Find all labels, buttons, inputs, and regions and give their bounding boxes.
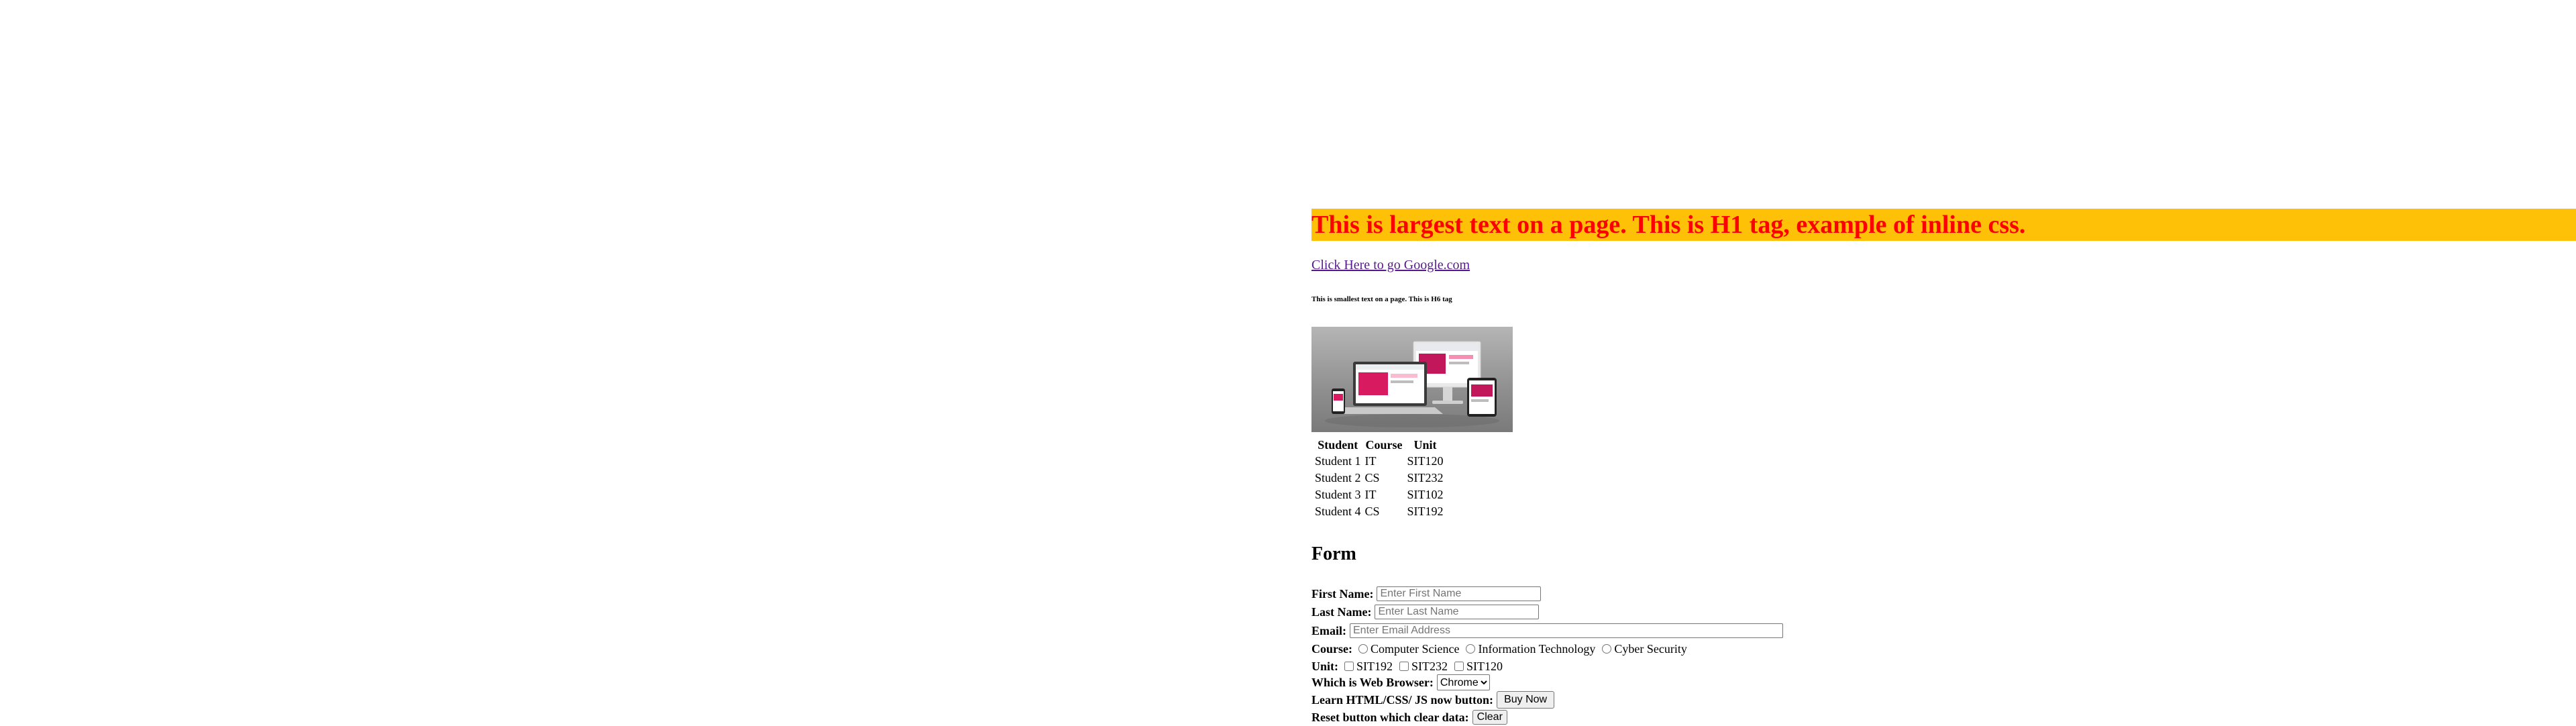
table-cell: SIT120 — [1407, 454, 1444, 468]
table-cell: Student 2 — [1315, 471, 1361, 484]
google-link[interactable]: Click Here to go Google.com — [1311, 258, 1470, 273]
table-cell: SIT192 — [1407, 505, 1444, 518]
table-row: Student 2 CS SIT232 — [1314, 470, 1444, 486]
table-cell: Student 1 — [1315, 454, 1361, 468]
unit-option: SIT120 — [1452, 660, 1503, 674]
form-title: Form — [1311, 543, 1356, 564]
unit-checkbox-sit232[interactable] — [1399, 662, 1409, 671]
devices-illustration — [1325, 341, 1499, 427]
course-option: Cyber Security — [1599, 641, 1687, 656]
unit-row: Unit: SIT192 SIT232 SIT120 — [1311, 658, 1507, 675]
first-name-label: First Name: — [1311, 586, 1374, 601]
table-header-row: Student Course Unit — [1314, 437, 1444, 452]
last-name-label: Last Name: — [1311, 605, 1372, 619]
table-cell: CS — [1364, 505, 1380, 518]
table-cell: SIT102 — [1407, 488, 1444, 501]
buy-now-button[interactable]: Buy Now — [1497, 691, 1555, 709]
table-cell: SIT232 — [1407, 471, 1444, 484]
clear-button[interactable]: Clear — [1472, 710, 1507, 725]
unit-option-label: SIT120 — [1466, 659, 1503, 673]
buy-label: Learn HTML/CSS/ JS now button: — [1311, 692, 1494, 707]
browser-select[interactable]: Chrome — [1436, 674, 1490, 690]
course-option-label: Cyber Security — [1614, 641, 1687, 656]
first-name-row: First Name: — [1311, 585, 1542, 603]
unit-checkbox-sit120[interactable] — [1454, 662, 1464, 671]
course-option-label: Information Technology — [1478, 641, 1596, 656]
last-name-input[interactable] — [1375, 605, 1540, 619]
table-cell: CS — [1364, 471, 1380, 484]
unit-checkbox-sit192[interactable] — [1344, 662, 1354, 671]
course-row: Course: Computer Science Information Tec… — [1311, 640, 1691, 658]
page-content: This is largest text on a page. This is … — [1311, 0, 2576, 725]
email-input[interactable] — [1350, 623, 1783, 638]
table-header-course: Course — [1365, 437, 1403, 452]
course-option: Information Technology — [1463, 642, 1595, 656]
reset-row: Reset button which clear data: Clear — [1311, 709, 1507, 726]
course-radio-cyber[interactable] — [1602, 644, 1612, 654]
table-row: Student 4 CS SIT192 — [1314, 504, 1444, 519]
table-cell: IT — [1364, 454, 1377, 468]
first-name-input[interactable] — [1377, 586, 1542, 601]
browser-label: Which is Web Browser: — [1311, 675, 1434, 689]
course-option: Computer Science — [1356, 642, 1459, 656]
reset-label: Reset button which clear data: — [1311, 710, 1469, 724]
table-row: Student 3 IT SIT102 — [1314, 487, 1444, 503]
devices-image — [1311, 327, 1513, 432]
page-heading-h1: This is largest text on a page. This is … — [1311, 209, 2576, 241]
table-cell: IT — [1364, 488, 1377, 501]
course-option-label: Computer Science — [1371, 641, 1460, 656]
table-header-student: Student — [1318, 437, 1358, 452]
unit-option-label: SIT192 — [1356, 659, 1393, 673]
unit-option: SIT232 — [1397, 660, 1448, 674]
table-cell: Student 3 — [1315, 488, 1361, 501]
course-label: Course: — [1311, 641, 1352, 656]
course-radio-it[interactable] — [1466, 644, 1476, 654]
unit-option-label: SIT232 — [1411, 659, 1448, 673]
course-radio-cs[interactable] — [1358, 644, 1368, 654]
last-name-row: Last Name: — [1311, 603, 1540, 621]
email-row: Email: — [1311, 622, 1783, 639]
table-header-unit: Unit — [1413, 437, 1437, 452]
page-heading-h6: This is smallest text on a page. This is… — [1311, 295, 1452, 303]
students-table: Student Course Unit Student 1 IT SIT120 … — [1311, 436, 1447, 521]
table-row: Student 1 IT SIT120 — [1314, 454, 1444, 469]
buy-row: Learn HTML/CSS/ JS now button: Buy Now — [1311, 691, 1555, 709]
table-cell: Student 4 — [1315, 505, 1361, 518]
unit-label: Unit: — [1311, 659, 1338, 673]
unit-option: SIT192 — [1342, 660, 1393, 674]
email-label: Email: — [1311, 623, 1346, 637]
browser-row: Which is Web Browser: Chrome — [1311, 674, 1490, 691]
